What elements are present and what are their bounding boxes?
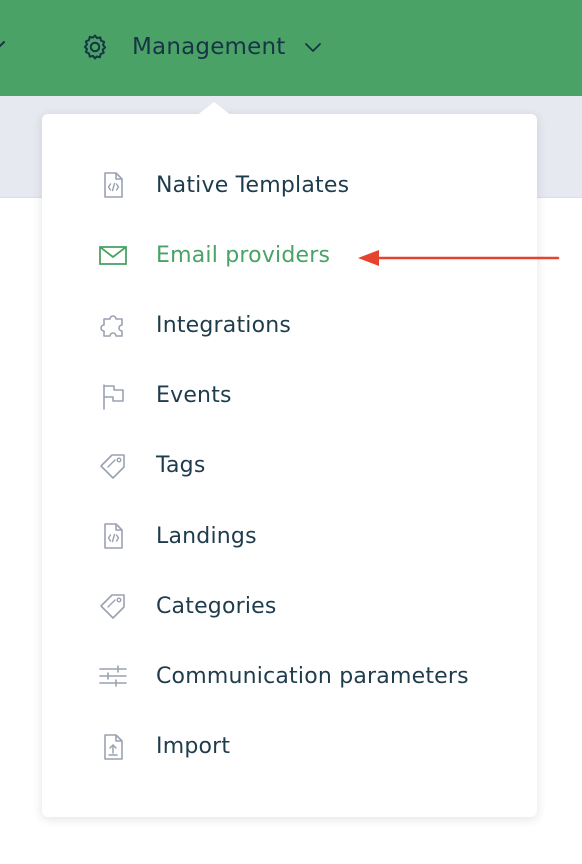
menu-item-label: Tags	[156, 453, 206, 479]
menu-item-email-providers[interactable]: Email providers	[42, 220, 537, 290]
chevron-down-icon[interactable]	[0, 36, 6, 56]
menu-item-label: Integrations	[156, 312, 292, 338]
file-upload-icon	[97, 731, 129, 763]
menu-item-label: Native Templates	[156, 172, 350, 198]
top-navigation-bar: Management	[0, 0, 582, 96]
envelope-icon	[97, 239, 129, 271]
menu-item-label: Landings	[156, 523, 257, 549]
menu-item-events[interactable]: Events	[42, 361, 537, 431]
menu-item-categories[interactable]: Categories	[42, 571, 537, 641]
tag-icon	[97, 590, 129, 622]
menu-item-communication-parameters[interactable]: Communication parameters	[42, 641, 537, 711]
menu-item-label: Events	[156, 383, 232, 409]
menu-item-native-templates[interactable]: Native Templates	[42, 150, 537, 220]
dropdown-menu-list: Native Templates Email providers Integra…	[42, 150, 537, 782]
chevron-down-icon	[304, 40, 322, 54]
tag-icon	[97, 450, 129, 482]
menu-item-label: Import	[156, 734, 231, 760]
code-file-icon	[97, 169, 129, 201]
management-dropdown-menu: Native Templates Email providers Integra…	[42, 102, 537, 817]
menu-item-label: Communication parameters	[156, 663, 469, 689]
puzzle-icon	[97, 309, 129, 341]
management-menu-label: Management	[132, 34, 286, 60]
menu-item-tags[interactable]: Tags	[42, 431, 537, 501]
menu-item-landings[interactable]: Landings	[42, 501, 537, 571]
dropdown-caret	[196, 102, 232, 116]
management-menu-trigger[interactable]: Management	[80, 28, 322, 66]
code-file-icon	[97, 520, 129, 552]
gear-icon	[80, 32, 110, 62]
menu-item-import[interactable]: Import	[42, 712, 537, 782]
flag-icon	[97, 380, 129, 412]
menu-item-label: Email providers	[156, 242, 331, 268]
menu-item-label: Categories	[156, 593, 277, 619]
sliders-icon	[97, 660, 129, 692]
menu-item-integrations[interactable]: Integrations	[42, 290, 537, 360]
